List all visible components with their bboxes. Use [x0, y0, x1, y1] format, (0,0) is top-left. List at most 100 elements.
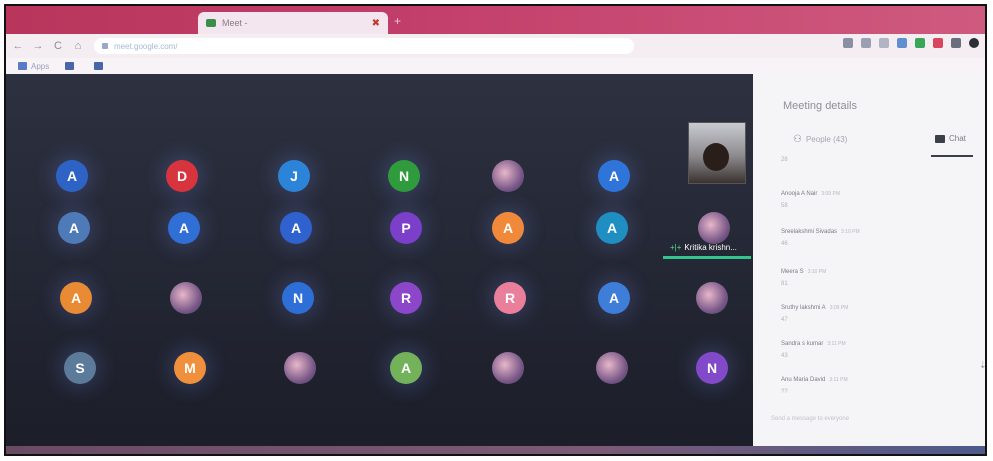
participant-avatar[interactable]: M	[174, 352, 206, 384]
participant-avatar[interactable]: A	[58, 212, 90, 244]
close-panel-button[interactable]: ×	[985, 98, 986, 110]
participant-avatar[interactable]: A	[390, 352, 422, 384]
participant-avatar[interactable]: N	[388, 160, 420, 192]
extension-icon[interactable]	[915, 38, 925, 48]
chat-sender-name: Anooja A Nair	[781, 191, 818, 197]
scroll-down-icon[interactable]: ⇣	[979, 360, 985, 372]
bookmark-item[interactable]	[94, 62, 107, 70]
browser-toolbar: ← → C ⌂ meet.google.com/	[6, 34, 985, 58]
chat-message-text: 43	[781, 353, 788, 359]
chat-message: Sruthy lakshmi A 3:09 PM 47	[781, 296, 921, 323]
chat-timestamp: 3:11 PM	[829, 377, 848, 383]
speaking-indicator	[663, 256, 751, 259]
participant-avatar[interactable]: S	[64, 352, 96, 384]
meeting-details-panel: Meeting details × ⚇ People (43) Chat 28 A…	[753, 74, 986, 446]
chat-message: Sreelakshmi Sivadas 3:10 PM 46	[781, 220, 921, 247]
participant-photo[interactable]	[492, 160, 524, 192]
panel-title: Meeting details	[783, 100, 857, 112]
key-icon[interactable]	[861, 38, 871, 48]
participant-avatar[interactable]: N	[696, 352, 728, 384]
extension-icon[interactable]	[933, 38, 943, 48]
chat-message: Meera S 3:10 PM 81	[781, 260, 921, 287]
profile-avatar[interactable]	[969, 38, 979, 48]
address-bar[interactable]: meet.google.com/	[94, 38, 634, 54]
tab-chat[interactable]: Chat	[935, 134, 966, 143]
speaker-name: Kritika krishn...	[684, 242, 737, 252]
participant-avatar[interactable]: A	[56, 160, 88, 192]
chat-message-text: 81	[781, 281, 788, 287]
puzzle-icon[interactable]	[951, 38, 961, 48]
chat-message-header: Anu Maria David 3:11 PM	[781, 368, 921, 386]
chat-message-header: Anooja A Nair 3:09 PM	[781, 182, 921, 200]
speaker-video-tile[interactable]	[688, 122, 746, 184]
chat-timestamp: 3:10 PM	[841, 229, 860, 235]
reload-button[interactable]: C	[50, 40, 66, 52]
chat-message-text: 28	[781, 157, 788, 163]
bookmarks-bar: Apps	[6, 58, 985, 74]
active-tab-indicator	[931, 155, 973, 157]
people-icon: ⚇	[793, 134, 802, 145]
bookmark-favicon-icon	[94, 62, 104, 70]
chat-message: Anu Maria David 3:11 PM??	[781, 368, 921, 395]
participant-avatar[interactable]: P	[390, 212, 422, 244]
participant-avatar[interactable]: A	[492, 212, 524, 244]
chat-sender-name: Sandra s kumar	[781, 341, 824, 347]
chat-sender-name: Meera S	[781, 269, 804, 275]
participant-avatar[interactable]: R	[390, 282, 422, 314]
chat-sender-name: Sreelakshmi Sivadas	[781, 229, 838, 235]
participant-photo[interactable]	[596, 352, 628, 384]
participant-avatar[interactable]: A	[60, 282, 92, 314]
back-button[interactable]: ←	[10, 40, 26, 52]
browser-tab-strip: Meet - ✖ +	[6, 6, 985, 34]
participant-photo[interactable]	[284, 352, 316, 384]
participant-photo[interactable]	[696, 282, 728, 314]
chat-message-text: 46	[781, 241, 788, 247]
chat-message: Sandra s kumar 3:11 PM 43	[781, 332, 921, 359]
tab-close-icon[interactable]: ✖	[372, 18, 380, 29]
meeting-grid: ADJNAAAAPAAANRRASMAN +|+ Kritika krishn.…	[6, 74, 753, 454]
participant-avatar[interactable]: A	[168, 212, 200, 244]
chat-timestamp: 3:09 PM	[829, 305, 849, 311]
bookmark-label: Apps	[31, 61, 50, 71]
participant-avatar[interactable]: A	[598, 282, 630, 314]
lock-icon	[102, 43, 108, 49]
participant-avatar[interactable]: J	[278, 160, 310, 192]
participant-photo[interactable]	[698, 212, 730, 244]
tab-title: Meet -	[222, 18, 248, 28]
chat-timestamp: 3:09 PM	[821, 191, 840, 197]
participant-photo[interactable]	[170, 282, 202, 314]
tab-people[interactable]: ⚇ People (43)	[793, 134, 847, 145]
address-text: meet.google.com/	[114, 41, 178, 51]
chat-message-header: Meera S 3:10 PM	[781, 260, 921, 278]
speaker-video	[703, 143, 729, 171]
bookmark-item[interactable]	[65, 62, 78, 70]
chat-compose-input[interactable]: Send a message to everyone	[771, 416, 849, 422]
tab-people-label: People (43)	[805, 135, 848, 144]
chat-sender-name: Anu Maria David	[781, 377, 826, 383]
camera-permission-icon[interactable]	[843, 38, 853, 48]
chat-message-header: Sruthy lakshmi A 3:09 PM	[781, 296, 921, 314]
participant-avatar[interactable]: A	[596, 212, 628, 244]
chat-message-text: 47	[781, 317, 788, 323]
home-button[interactable]: ⌂	[70, 40, 86, 52]
bookmark-apps[interactable]: Apps	[18, 62, 49, 71]
participant-avatar[interactable]: R	[494, 282, 526, 314]
chat-message-text: 58	[781, 203, 788, 209]
filter-icon[interactable]	[897, 38, 907, 48]
mic-active-icon: +|+	[670, 242, 682, 252]
new-tab-button[interactable]: +	[394, 14, 401, 28]
participant-avatar[interactable]: N	[282, 282, 314, 314]
toolbar-extensions	[843, 38, 979, 48]
chat-message-header: Sreelakshmi Sivadas 3:10 PM	[781, 220, 921, 238]
tab-chat-label: Chat	[949, 134, 966, 143]
os-taskbar	[6, 446, 985, 454]
browser-tab-meet[interactable]: Meet - ✖	[198, 12, 388, 34]
chat-message-text: ??	[781, 389, 788, 395]
participant-avatar[interactable]: A	[598, 160, 630, 192]
participant-photo[interactable]	[492, 352, 524, 384]
forward-button[interactable]: →	[30, 40, 46, 52]
participant-avatar[interactable]: D	[166, 160, 198, 192]
star-icon[interactable]	[879, 38, 889, 48]
chat-sender-name: Sruthy lakshmi A	[781, 305, 826, 311]
participant-avatar[interactable]: A	[280, 212, 312, 244]
